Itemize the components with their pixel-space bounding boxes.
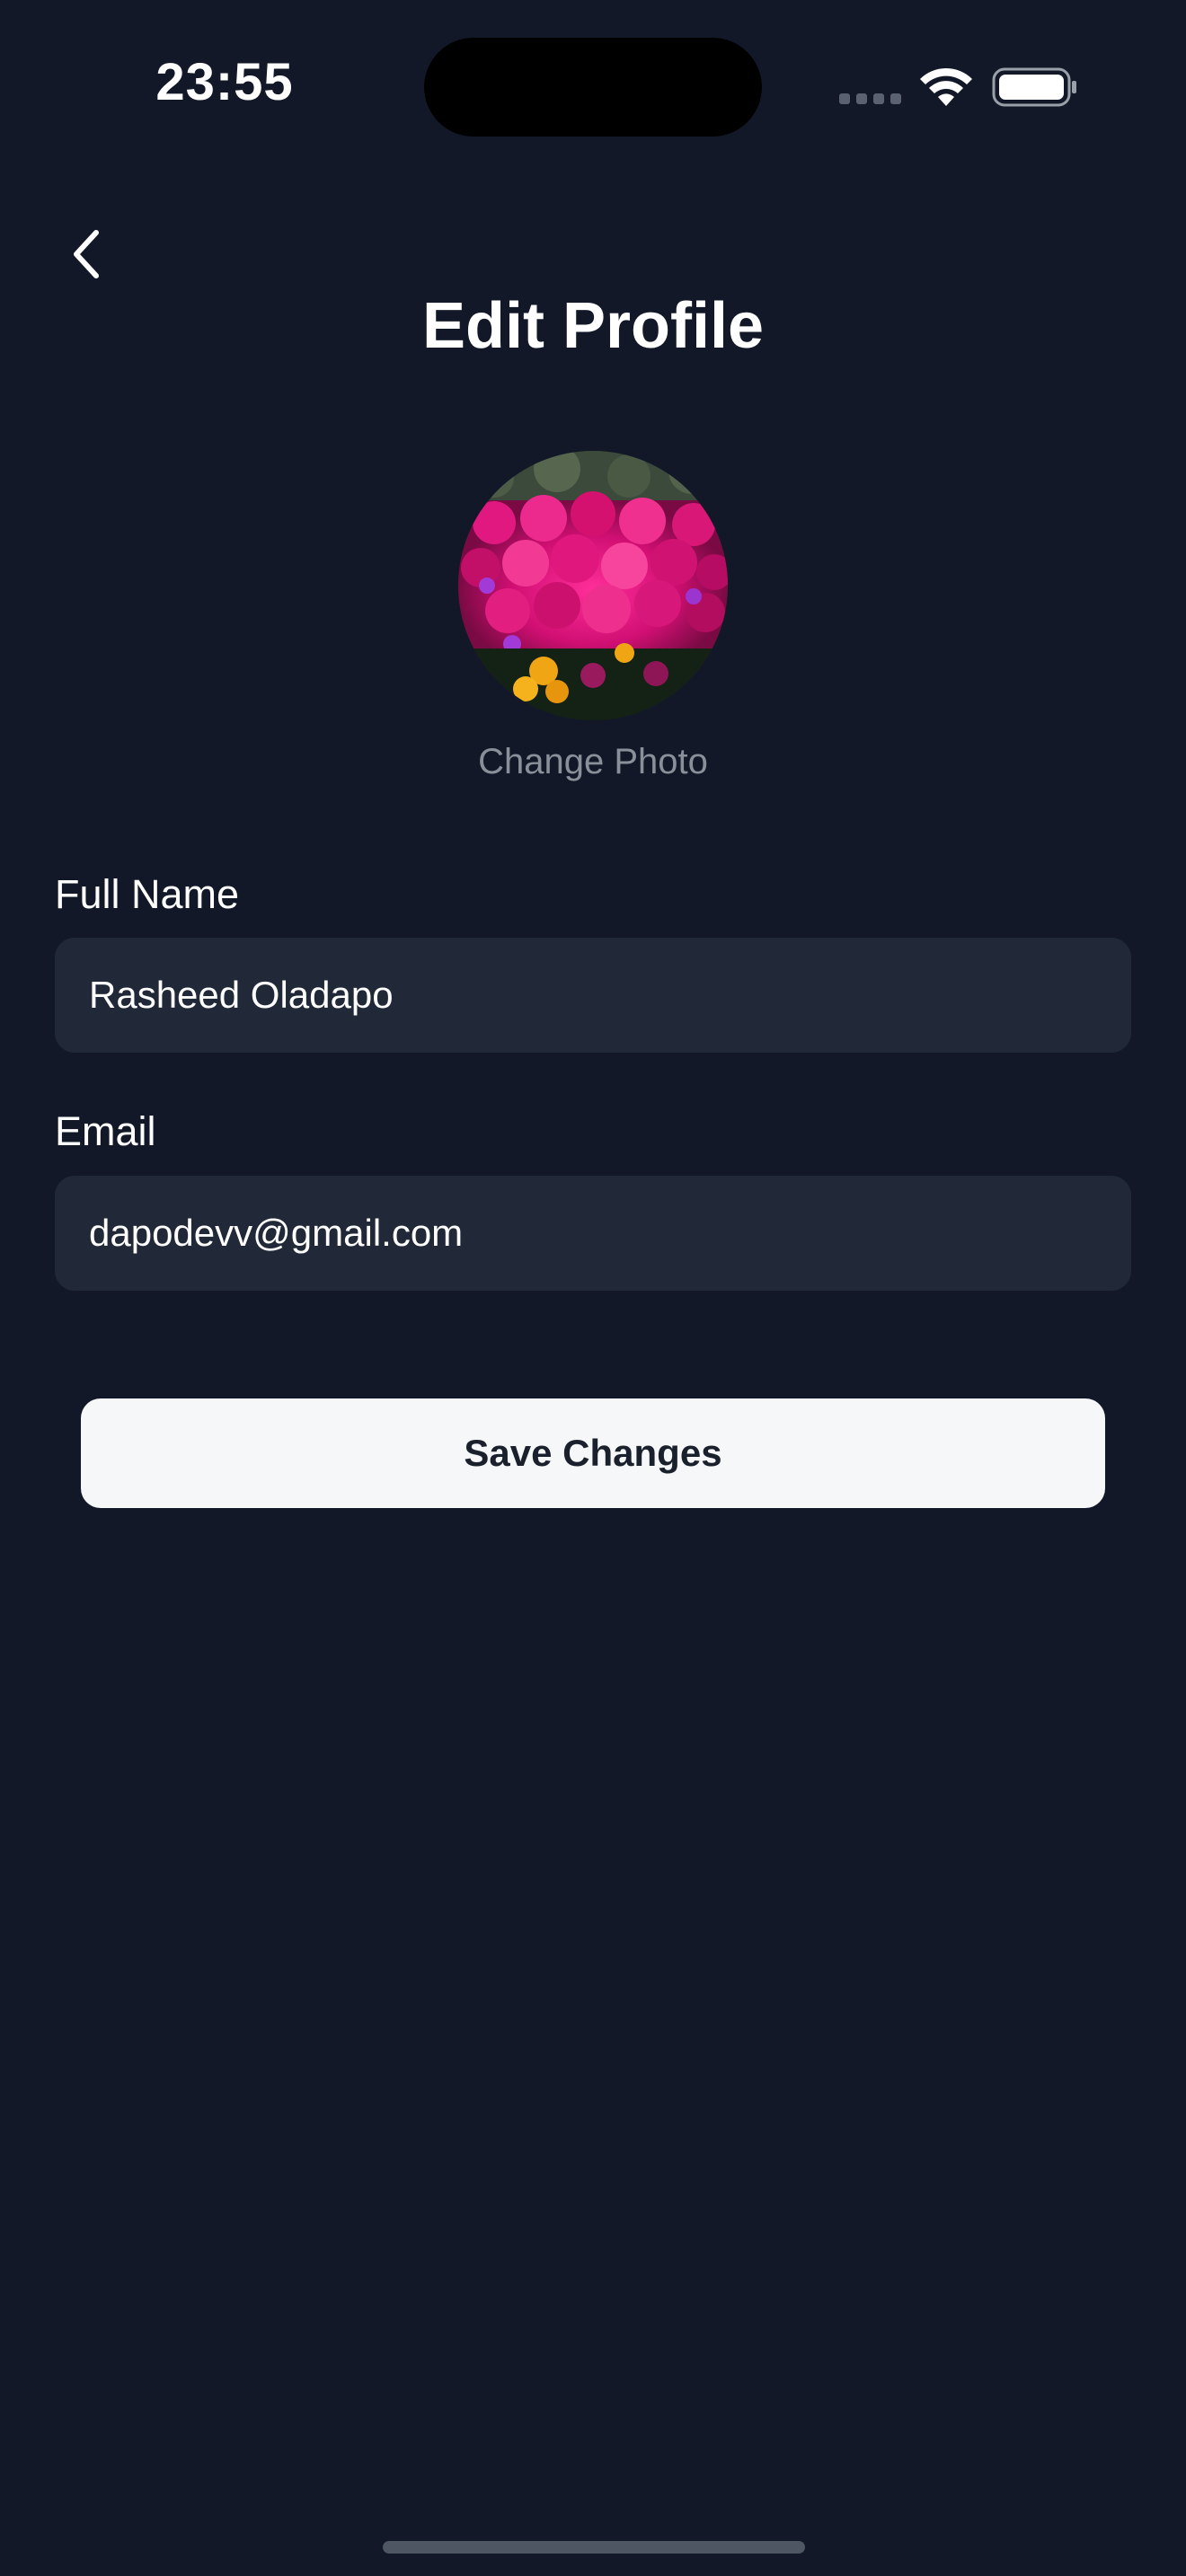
cellular-signal-icon xyxy=(839,93,902,106)
wifi-icon xyxy=(920,67,972,106)
save-button[interactable]: Save Changes xyxy=(81,1398,1105,1508)
page-title: Edit Profile xyxy=(421,290,765,362)
full-name-label: Full Name xyxy=(55,871,240,917)
email-field[interactable] xyxy=(55,1176,1131,1291)
email-label: Email xyxy=(55,1108,156,1154)
avatar[interactable] xyxy=(458,451,728,720)
chevron-left-icon xyxy=(74,230,99,278)
status-bar: 23:55 xyxy=(0,0,1186,180)
back-button[interactable] xyxy=(58,221,117,287)
avatar-photo xyxy=(458,451,728,720)
battery-icon xyxy=(992,67,1076,107)
change-photo-link[interactable]: Change Photo xyxy=(413,742,773,782)
full-name-field[interactable] xyxy=(55,938,1131,1053)
status-time: 23:55 xyxy=(155,53,294,111)
home-indicator[interactable] xyxy=(383,2541,805,2554)
dynamic-island xyxy=(424,38,762,137)
